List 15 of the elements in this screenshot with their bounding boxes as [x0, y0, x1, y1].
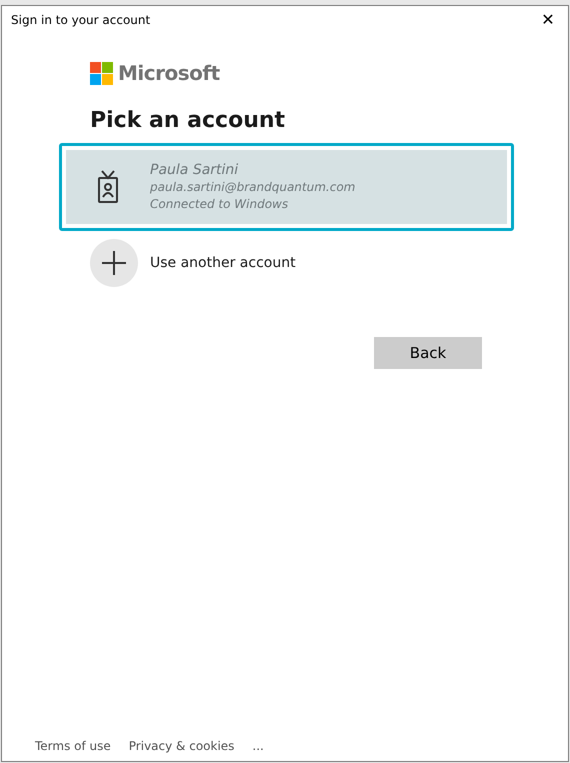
- page-heading: Pick an account: [89, 107, 286, 135]
- brand-name: Microsoft: [118, 60, 220, 87]
- logo-icon: [90, 62, 113, 84]
- add-icon: [90, 239, 138, 287]
- use-another-account-link[interactable]: Use another account: [150, 252, 296, 274]
- badge-icon: [97, 170, 119, 204]
- window-title: Sign in to your account: [11, 12, 150, 29]
- account-status: Connected to Windows: [150, 196, 290, 212]
- footer-link[interactable]: Terms of use: [35, 737, 111, 755]
- close-button[interactable]: ✕: [528, 6, 568, 34]
- account-name: Paula Sartini: [150, 162, 240, 178]
- back-button[interactable]: Back: [374, 337, 482, 369]
- footer-link[interactable]: Privacy & cookies: [128, 737, 234, 755]
- footer-link[interactable]: ...: [252, 737, 264, 755]
- account-email: paula.sartini@brandquantum.com: [150, 178, 356, 196]
